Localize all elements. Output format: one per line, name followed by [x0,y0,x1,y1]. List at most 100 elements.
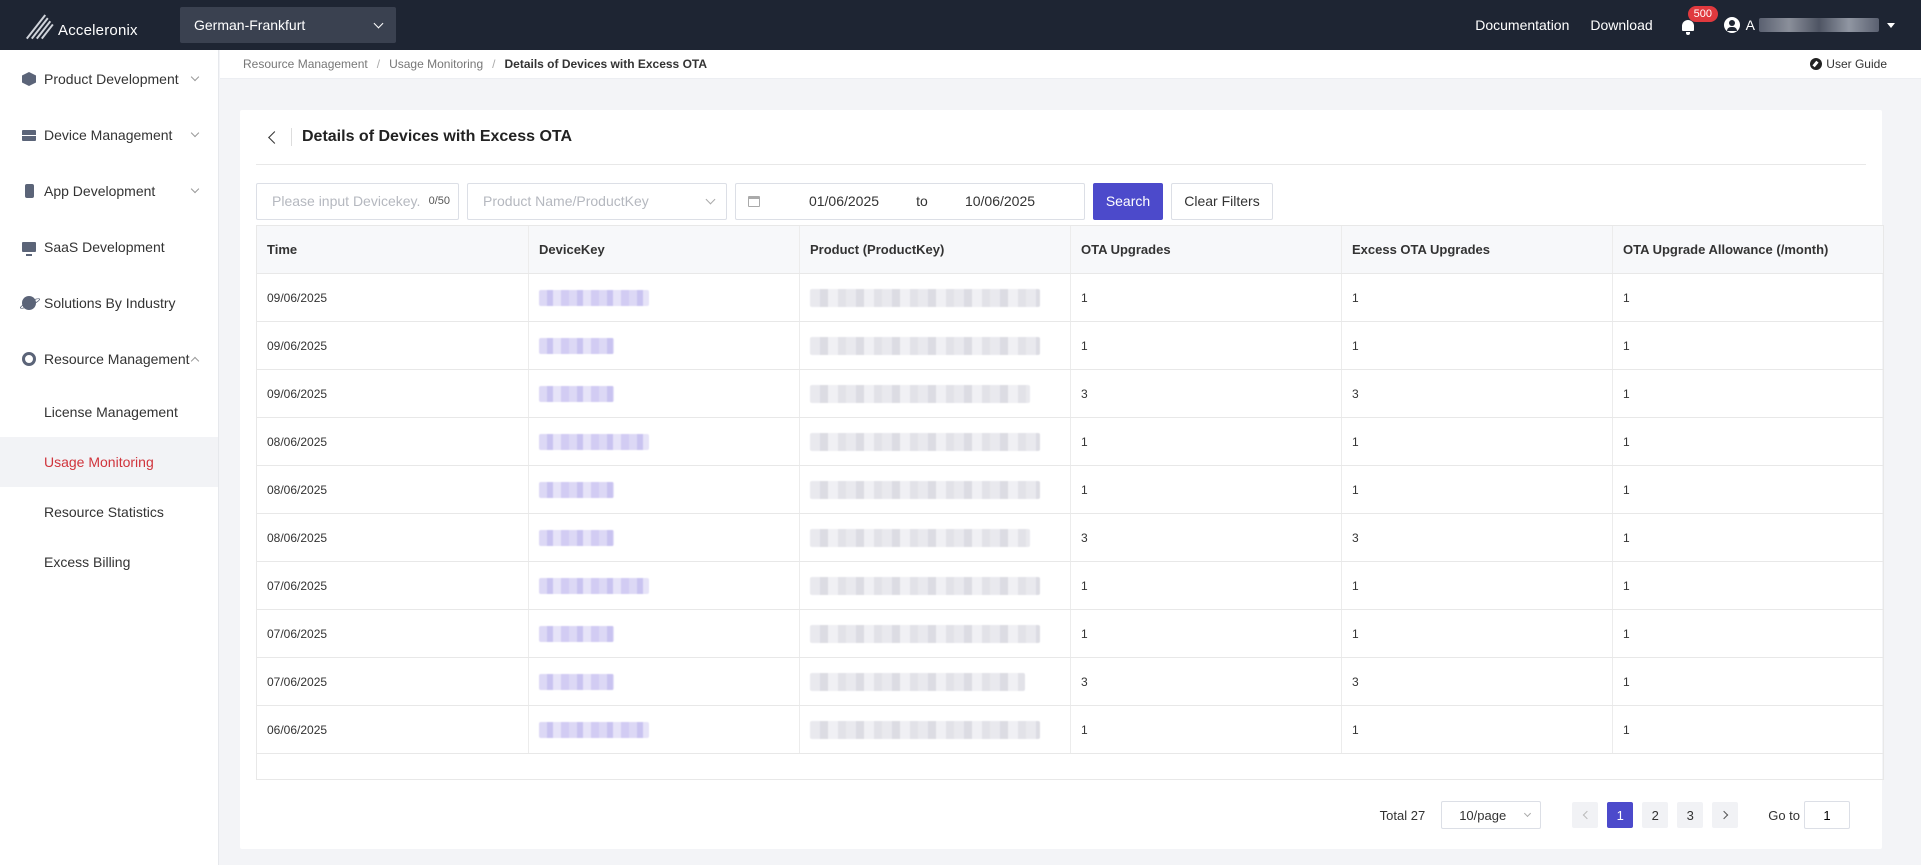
cell-time: 09/06/2025 [267,386,328,401]
page-size-select[interactable]: 10/page [1441,801,1542,829]
nav-group-resource-management[interactable]: Resource Management [0,331,218,387]
sidebar-item-resource-statistics[interactable]: Resource Statistics [0,487,218,537]
redacted-value [539,481,614,498]
cell-product [799,466,1070,513]
table-header-row: Time DeviceKey Product (ProductKey) OTA … [257,226,1883,274]
table-row: 08/06/2025 3 3 1 [257,514,1883,562]
page-1-button[interactable]: 1 [1607,802,1634,828]
next-page-button[interactable] [1712,802,1739,828]
nav-group-label: App Development [44,183,156,199]
cell-product [799,370,1070,417]
column-header-time: Time [267,242,298,257]
cell-ota-upgrades: 1 [1070,322,1341,369]
sidebar: Product Development Device Management Ap… [0,50,219,865]
cell-excess-ota: 3 [1341,514,1612,561]
nav-group-label: SaaS Development [44,239,165,255]
cell-devicekey [528,514,799,561]
region-select[interactable]: German-Frankfurt [180,7,396,43]
cell-allowance: 1 [1612,658,1883,705]
clear-filters-button[interactable]: Clear Filters [1171,182,1273,220]
table-row: 08/06/2025 1 1 1 [257,418,1883,466]
breadcrumb-current: Details of Devices with Excess OTA [504,57,708,71]
redacted-value [539,385,614,402]
date-to[interactable]: 10/06/2025 [950,193,1050,209]
compass-icon [1810,58,1823,70]
nav-group-label: Solutions By Industry [44,295,176,311]
gear-icon [22,352,36,366]
chevron-down-icon [190,128,200,138]
user-avatar-icon [1723,17,1740,33]
table-row: 06/06/2025 1 1 1 [257,706,1883,754]
date-from[interactable]: 01/06/2025 [794,193,894,209]
cell-devicekey [528,658,799,705]
user-menu[interactable]: A [1723,17,1895,33]
cell-allowance: 1 [1612,706,1883,753]
sidebar-item-usage-monitoring[interactable]: Usage Monitoring [0,437,218,487]
sidebar-item-license-management[interactable]: License Management [0,387,218,437]
cell-ota-upgrades: 3 [1070,514,1341,561]
redacted-value [810,384,1030,403]
chevron-down-icon [190,72,200,82]
breadcrumb-resource-management[interactable]: Resource Management [243,57,368,71]
cell-time: 09/06/2025 [267,338,328,353]
logo-text: Acceleronix [58,21,138,39]
download-link[interactable]: Download [1590,17,1652,33]
cell-product [799,418,1070,465]
pagination: Total 27 10/page 1 2 3 Go to [1380,801,1850,829]
breadcrumb: Resource Management / Usage Monitoring /… [220,50,1921,79]
cell-ota-upgrades: 3 [1070,658,1341,705]
back-arrow-icon[interactable] [268,130,281,144]
redacted-value [539,433,649,450]
prev-page-button[interactable] [1572,802,1599,828]
devicekey-field[interactable]: 0/50 [256,182,459,220]
chevron-down-icon [190,184,200,194]
notification-bell-icon[interactable]: 500 [1680,6,1719,35]
phone-icon [25,184,34,198]
cell-allowance: 1 [1612,466,1883,513]
content-card: Details of Devices with Excess OTA 0/50 … [240,110,1884,849]
table-row: 08/06/2025 1 1 1 [257,466,1883,514]
column-header-product: Product (ProductKey) [799,226,1070,273]
server-icon [22,129,36,141]
redacted-value [810,576,1040,595]
cell-devicekey [528,610,799,657]
breadcrumb-usage-monitoring[interactable]: Usage Monitoring [389,57,483,71]
logo[interactable]: Acceleronix [0,0,180,50]
user-initial: A [1745,17,1755,33]
cell-excess-ota: 1 [1341,274,1612,321]
product-select[interactable]: Product Name/ProductKey [467,182,727,220]
cell-excess-ota: 1 [1341,562,1612,609]
devicekey-input[interactable] [272,193,422,209]
chevron-up-icon [190,356,200,365]
redacted-value [810,480,1040,499]
documentation-link[interactable]: Documentation [1475,17,1569,33]
nav-group-saas-development[interactable]: SaaS Development [0,219,218,275]
cell-allowance: 1 [1612,370,1883,417]
page-2-button[interactable]: 2 [1642,802,1669,828]
page-size-value: 10/page [1459,807,1507,823]
cell-ota-upgrades: 1 [1070,274,1341,321]
date-range-picker[interactable]: 01/06/2025 to 10/06/2025 [735,182,1085,220]
goto-page-input[interactable] [1804,801,1850,829]
nav-group-solutions-by-industry[interactable]: Solutions By Industry [0,275,218,331]
date-range-separator: to [916,193,928,209]
goto-page: Go to [1768,801,1850,829]
user-guide-link[interactable]: User Guide [1810,57,1887,71]
cell-devicekey [528,706,799,753]
cell-excess-ota: 3 [1341,658,1612,705]
redacted-value [539,673,614,690]
redacted-value [810,720,1040,739]
page-3-button[interactable]: 3 [1677,802,1704,828]
cell-ota-upgrades: 1 [1070,418,1341,465]
top-nav: Documentation Download 500 A [1454,0,1921,50]
nav-group-product-development[interactable]: Product Development [0,51,218,107]
planet-icon [22,296,36,310]
table-row: 09/06/2025 1 1 1 [257,322,1883,370]
search-button[interactable]: Search [1093,182,1163,220]
goto-label: Go to [1768,807,1800,823]
nav-group-app-development[interactable]: App Development [0,163,218,219]
cell-time: 08/06/2025 [267,434,328,449]
column-header-devicekey: DeviceKey [528,226,799,273]
nav-group-device-management[interactable]: Device Management [0,107,218,163]
sidebar-item-excess-billing[interactable]: Excess Billing [0,537,218,587]
